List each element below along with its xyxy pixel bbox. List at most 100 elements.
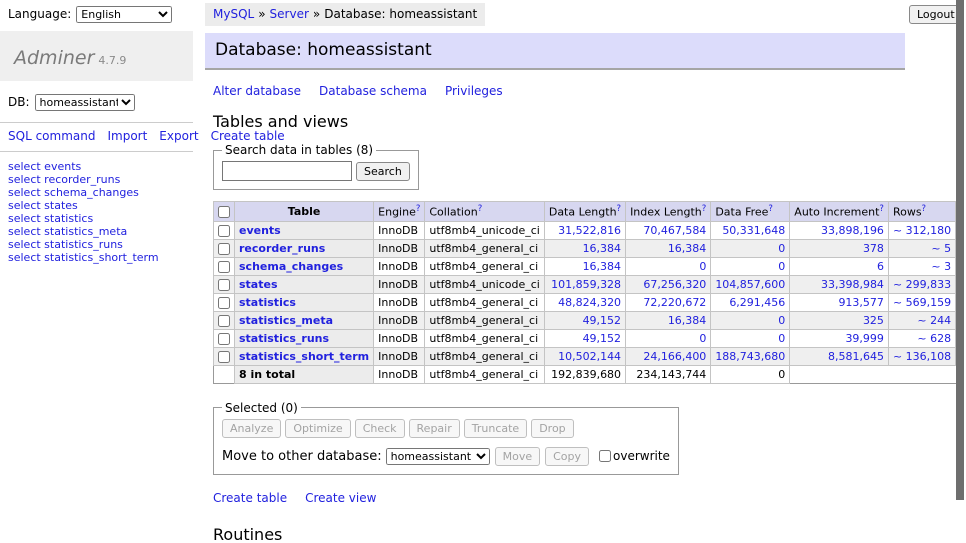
index-length-value[interactable]: 16,384: [668, 314, 707, 327]
table-link-schema-changes[interactable]: schema_changes: [239, 260, 343, 273]
row-checkbox[interactable]: [218, 297, 230, 309]
sidebar-item-select-statistics[interactable]: select statistics: [8, 213, 185, 225]
data-free-value[interactable]: 0: [778, 242, 785, 255]
auto-increment-value[interactable]: 33,398,984: [821, 278, 884, 291]
vertical-scrollbar[interactable]: [956, 0, 966, 543]
rows-value[interactable]: ~ 244: [917, 314, 951, 327]
rows-value[interactable]: ~ 5: [931, 242, 951, 255]
help-icon[interactable]: ?: [879, 204, 884, 214]
auto-increment-value[interactable]: 6: [877, 260, 884, 273]
rows-value[interactable]: ~ 136,108: [893, 350, 951, 363]
rows-value[interactable]: ~ 299,833: [893, 278, 951, 291]
help-icon[interactable]: ?: [922, 204, 927, 214]
logout-button[interactable]: Logout: [909, 5, 963, 24]
copy-button[interactable]: Copy: [545, 447, 589, 466]
rows-value[interactable]: ~ 312,180: [893, 224, 951, 237]
data-length-value[interactable]: 31,522,816: [558, 224, 621, 237]
sidebar-item-select-statistics-meta[interactable]: select statistics_meta: [8, 226, 185, 238]
data-free-value[interactable]: 50,331,648: [722, 224, 785, 237]
data-length-value[interactable]: 49,152: [583, 314, 622, 327]
data-length-value[interactable]: 101,859,328: [551, 278, 621, 291]
table-link-statistics[interactable]: statistics: [239, 296, 296, 309]
auto-increment-value[interactable]: 33,898,196: [821, 224, 884, 237]
rows-value[interactable]: ~ 569,159: [893, 296, 951, 309]
index-length-value[interactable]: 67,256,320: [643, 278, 706, 291]
row-checkbox[interactable]: [218, 243, 230, 255]
rows-value[interactable]: ~ 3: [931, 260, 951, 273]
sidebar-item-select-states[interactable]: select states: [8, 200, 185, 212]
index-length-value[interactable]: 24,166,400: [643, 350, 706, 363]
auto-increment-value[interactable]: 378: [863, 242, 884, 255]
repair-button[interactable]: Repair: [409, 419, 460, 438]
data-length-value[interactable]: 48,824,320: [558, 296, 621, 309]
optimize-button[interactable]: Optimize: [285, 419, 350, 438]
index-length-value[interactable]: 0: [699, 332, 706, 345]
index-length-value[interactable]: 0: [699, 260, 706, 273]
row-checkbox[interactable]: [218, 351, 230, 363]
data-free-value[interactable]: 104,857,600: [715, 278, 785, 291]
data-length-value[interactable]: 10,502,144: [558, 350, 621, 363]
table-row: statistics_metaInnoDButf8mb4_general_ci4…: [214, 311, 966, 329]
sidebar-action-sql-command[interactable]: SQL command: [8, 129, 95, 143]
row-checkbox[interactable]: [218, 333, 230, 345]
check-button[interactable]: Check: [355, 419, 405, 438]
db-select[interactable]: homeassistant: [35, 94, 135, 111]
index-length-value[interactable]: 70,467,584: [643, 224, 706, 237]
row-checkbox[interactable]: [218, 261, 230, 273]
data-free-value[interactable]: 188,743,680: [715, 350, 785, 363]
help-icon[interactable]: ?: [617, 204, 622, 214]
data-free-value[interactable]: 0: [778, 314, 785, 327]
table-link-events[interactable]: events: [239, 224, 281, 237]
sidebar-action-import[interactable]: Import: [107, 129, 147, 143]
overwrite-checkbox[interactable]: [599, 450, 611, 462]
link-privileges[interactable]: Privileges: [445, 84, 503, 98]
data-free-value[interactable]: 6,291,456: [729, 296, 785, 309]
rows-value[interactable]: ~ 628: [917, 332, 951, 345]
data-free-value[interactable]: 0: [778, 332, 785, 345]
sidebar-item-select-statistics-short-term[interactable]: select statistics_short_term: [8, 252, 185, 264]
data-length-value[interactable]: 16,384: [583, 260, 622, 273]
link-database-schema[interactable]: Database schema: [319, 84, 427, 98]
sidebar-action-export[interactable]: Export: [159, 129, 198, 143]
sidebar-item-select-statistics-runs[interactable]: select statistics_runs: [8, 239, 185, 251]
auto-increment-value[interactable]: 39,999: [845, 332, 884, 345]
help-icon[interactable]: ?: [478, 204, 483, 214]
help-icon[interactable]: ?: [702, 204, 707, 214]
data-length-value[interactable]: 49,152: [583, 332, 622, 345]
index-length-value[interactable]: 16,384: [668, 242, 707, 255]
breadcrumb-link-mysql[interactable]: MySQL: [213, 7, 254, 21]
select-all-checkbox[interactable]: [218, 206, 230, 218]
sidebar-item-select-schema-changes[interactable]: select schema_changes: [8, 187, 185, 199]
help-icon[interactable]: ?: [768, 204, 773, 214]
data-length-value[interactable]: 16,384: [583, 242, 622, 255]
breadcrumb-link-server[interactable]: Server: [270, 7, 309, 21]
table-link-statistics-short-term[interactable]: statistics_short_term: [239, 350, 369, 363]
row-checkbox[interactable]: [218, 279, 230, 291]
help-icon[interactable]: ?: [416, 204, 421, 214]
index-length-value[interactable]: 72,220,672: [643, 296, 706, 309]
data-free-value[interactable]: 0: [778, 260, 785, 273]
link-create-view[interactable]: Create view: [305, 491, 376, 505]
search-input[interactable]: [222, 161, 352, 181]
link-alter-database[interactable]: Alter database: [213, 84, 301, 98]
table-link-recorder-runs[interactable]: recorder_runs: [239, 242, 325, 255]
drop-button[interactable]: Drop: [531, 419, 573, 438]
truncate-button[interactable]: Truncate: [464, 419, 527, 438]
table-link-statistics-meta[interactable]: statistics_meta: [239, 314, 333, 327]
auto-increment-value[interactable]: 913,577: [838, 296, 884, 309]
sidebar-item-select-recorder-runs[interactable]: select recorder_runs: [8, 174, 185, 186]
move-database-select[interactable]: homeassistant: [386, 448, 490, 465]
analyze-button[interactable]: Analyze: [222, 419, 281, 438]
table-link-states[interactable]: states: [239, 278, 278, 291]
row-checkbox[interactable]: [218, 225, 230, 237]
language-select[interactable]: English: [76, 6, 172, 23]
move-button[interactable]: Move: [495, 447, 541, 466]
auto-increment-value[interactable]: 325: [863, 314, 884, 327]
link-create-table[interactable]: Create table: [213, 491, 287, 505]
scrollbar-thumb[interactable]: [956, 0, 964, 500]
sidebar-item-select-events[interactable]: select events: [8, 161, 185, 173]
search-button[interactable]: Search: [356, 162, 410, 181]
auto-increment-value[interactable]: 8,581,645: [828, 350, 884, 363]
table-link-statistics-runs[interactable]: statistics_runs: [239, 332, 329, 345]
row-checkbox[interactable]: [218, 315, 230, 327]
